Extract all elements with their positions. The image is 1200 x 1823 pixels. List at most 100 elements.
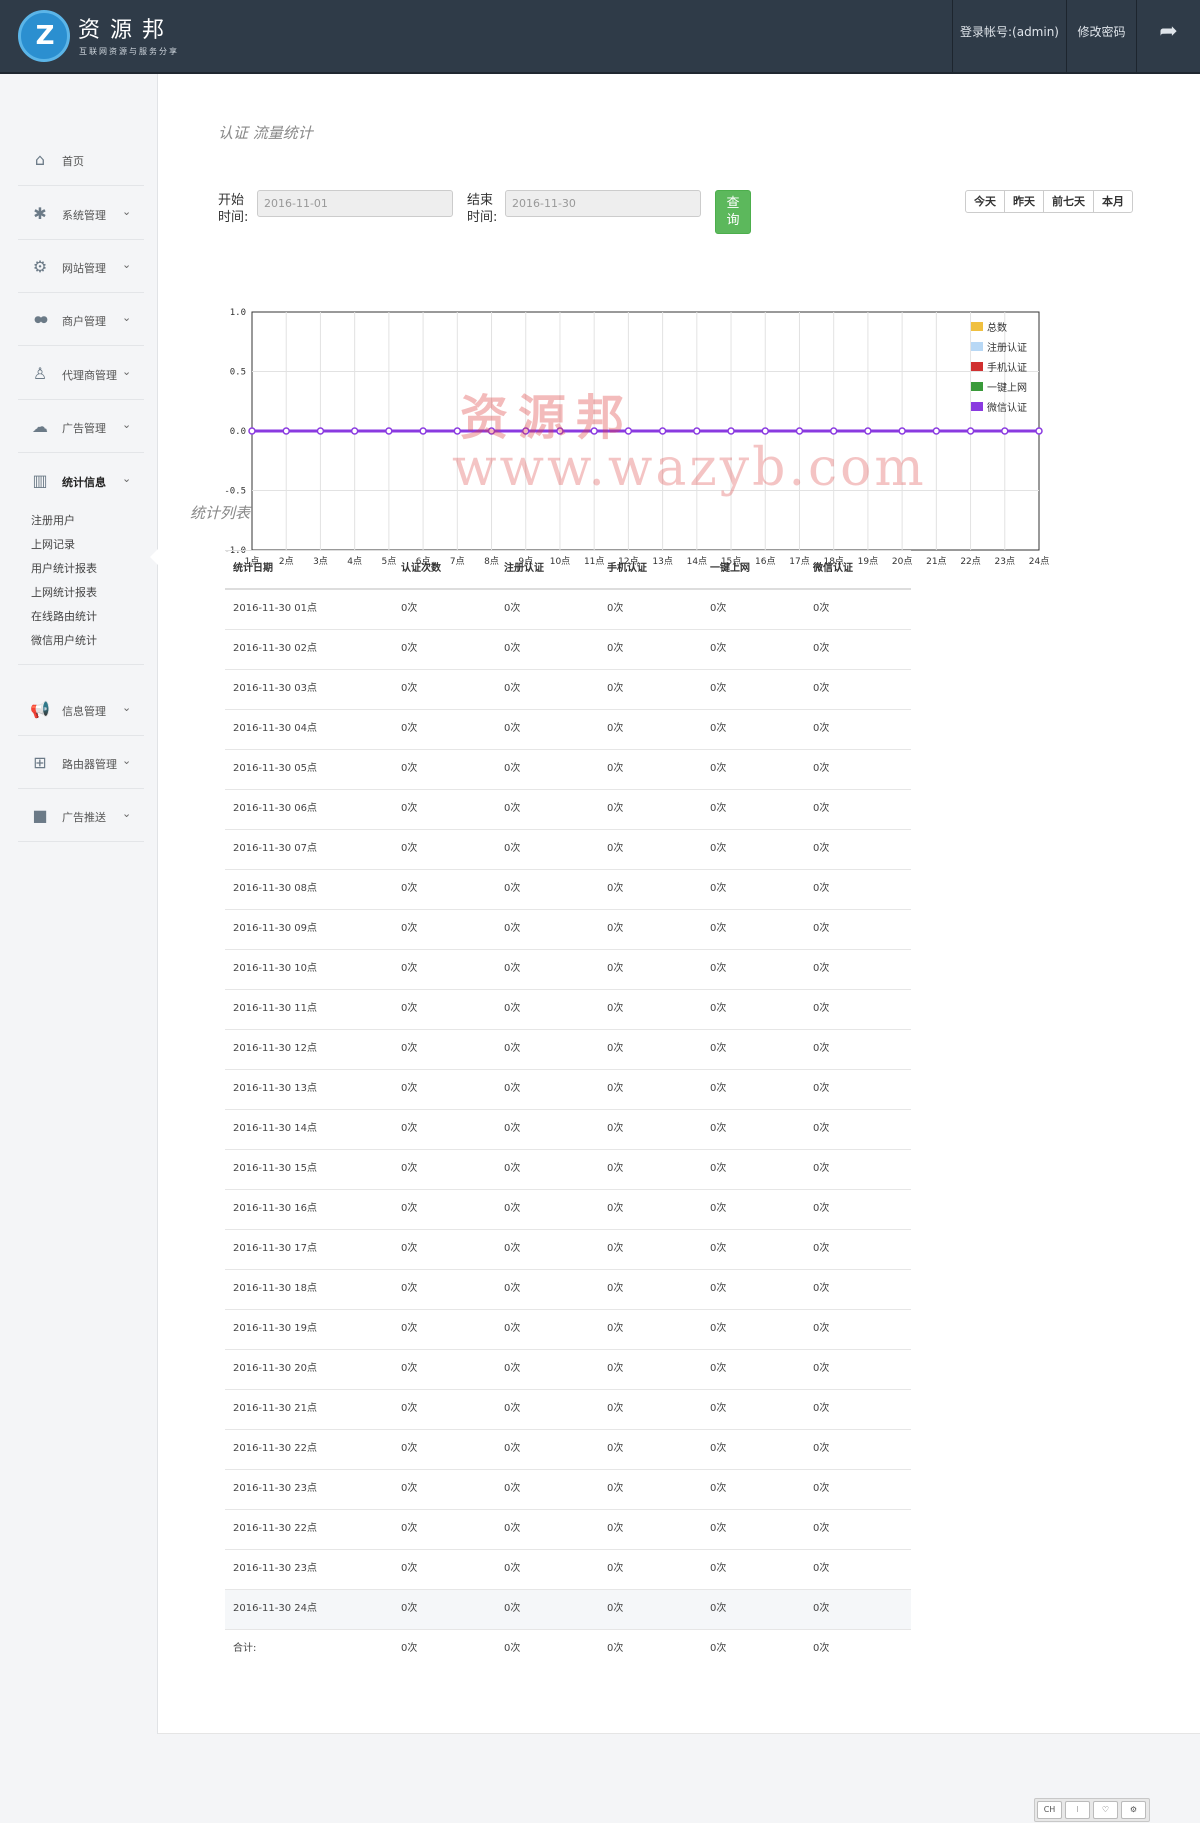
- table-cell: 0次: [607, 1003, 624, 1014]
- table-cell: 0次: [504, 1243, 521, 1254]
- table-cell: 2016-11-30 10点: [233, 963, 318, 974]
- table-cell: 2016-11-30 08点: [233, 883, 318, 894]
- table-cell: 0次: [607, 723, 624, 734]
- table-cell: 0次: [710, 1563, 727, 1574]
- chevron-down-icon: ⌄: [122, 807, 132, 820]
- table-cell: 2016-11-30 16点: [233, 1203, 318, 1214]
- table-cell: 0次: [504, 763, 521, 774]
- sidebar-item-ad-push[interactable]: ■ 广告推送 ⌄: [18, 790, 144, 842]
- table-cell: 0次: [813, 1283, 830, 1294]
- table-cell: 0次: [504, 1283, 521, 1294]
- table-cell: 0次: [607, 1603, 624, 1614]
- sidebar-item-website[interactable]: ⚙ 网站管理 ⌄: [18, 241, 144, 293]
- sidebar-subitem-3[interactable]: 上网统计报表: [31, 584, 97, 600]
- table-cell: 0次: [401, 1443, 418, 1454]
- sidebar-subitem-2[interactable]: 用户统计报表: [31, 560, 97, 576]
- range-today-button[interactable]: 今天: [966, 191, 1005, 212]
- table-cell: 0次: [607, 803, 624, 814]
- table-cell: 0次: [504, 1643, 521, 1654]
- table-cell: 0次: [401, 963, 418, 974]
- table-cell: 0次: [607, 1523, 624, 1534]
- sidebar-item-agent[interactable]: ♙ 代理商管理 ⌄: [18, 348, 144, 400]
- sidebar-item-stats[interactable]: ▥ 统计信息 ⌄: [18, 455, 144, 507]
- sidebar-subitem-1[interactable]: 上网记录: [31, 536, 75, 552]
- table-cell: 2016-11-30 07点: [233, 843, 318, 854]
- sidebar-item-label: 统计信息: [62, 476, 106, 489]
- table-cell: 0次: [710, 1643, 727, 1654]
- table-cell: 0次: [504, 1323, 521, 1334]
- tray-lang-button[interactable]: CH: [1037, 1801, 1062, 1819]
- table-cell: 0次: [401, 1043, 418, 1054]
- table-cell: 0次: [504, 1163, 521, 1174]
- cloud-icon: ☁: [32, 417, 48, 436]
- end-date-input[interactable]: 2016-11-30: [505, 190, 701, 217]
- sidebar-item-info[interactable]: 📢 信息管理 ⌄: [18, 684, 144, 736]
- table-cell: 0次: [813, 1643, 830, 1654]
- data-point: [966, 427, 975, 435]
- sidebar-item-label: 广告管理: [62, 422, 106, 435]
- table-row: 2016-11-30 20点 0次 0次 0次 0次 0次: [225, 1350, 911, 1390]
- table-cell: 0次: [607, 603, 624, 614]
- range-yesterday-button[interactable]: 昨天: [1005, 191, 1044, 212]
- sidebar-subitem-5[interactable]: 微信用户统计: [31, 632, 97, 648]
- table-cell: 0次: [504, 963, 521, 974]
- table-cell: 0次: [607, 963, 624, 974]
- table-cell: 0次: [813, 1083, 830, 1094]
- table-cell: 0次: [813, 883, 830, 894]
- start-date-input[interactable]: 2016-11-01: [257, 190, 453, 217]
- legend-swatch: [971, 402, 983, 411]
- range-month-button[interactable]: 本月: [1094, 191, 1132, 212]
- table-cell: 0次: [710, 1083, 727, 1094]
- change-password-link[interactable]: 修改密码: [1066, 0, 1136, 72]
- data-point: [693, 427, 701, 435]
- sidebar-subitem-4[interactable]: 在线路由统计: [31, 608, 97, 624]
- data-point: [829, 427, 838, 435]
- page-title: 认证 流量统计: [218, 124, 313, 142]
- sidebar-item-merchant[interactable]: ●● 商户管理 ⌄: [18, 294, 144, 346]
- table-row: 2016-11-30 11点 0次 0次 0次 0次 0次: [225, 990, 911, 1030]
- logo[interactable]: Z: [18, 10, 70, 62]
- table-cell: 2016-11-30 15点: [233, 1163, 318, 1174]
- table-cell: 2016-11-30 09点: [233, 923, 318, 934]
- sidebar-item-system[interactable]: ✱ 系统管理 ⌄: [18, 188, 144, 240]
- chevron-down-icon: ⌄: [122, 418, 132, 431]
- date-range-group: 今天 昨天 前七天 本月: [965, 190, 1133, 213]
- y-tick-label: -0.5: [224, 487, 246, 497]
- table-cell: 2016-11-30 04点: [233, 723, 318, 734]
- sidebar-item-home[interactable]: ⌂ 首页: [18, 134, 144, 186]
- table-cell: 0次: [710, 803, 727, 814]
- login-account[interactable]: 登录帐号:(admin): [952, 0, 1066, 72]
- table-cell: 0次: [504, 1483, 521, 1494]
- table-cell: 0次: [401, 643, 418, 654]
- table-cell: 0次: [504, 1403, 521, 1414]
- sidebar-subitem-0[interactable]: 注册用户: [31, 512, 75, 528]
- table-cell: 0次: [710, 1523, 727, 1534]
- range-7days-button[interactable]: 前七天: [1044, 191, 1094, 212]
- table-cell: 0次: [401, 923, 418, 934]
- table-cell: 0次: [607, 1123, 624, 1134]
- logout-button[interactable]: ➦: [1136, 0, 1200, 72]
- data-point: [248, 427, 256, 435]
- sidebar-item-router[interactable]: ⊞ 路由器管理 ⌄: [18, 737, 144, 789]
- table-cell: 0次: [401, 683, 418, 694]
- chevron-down-icon: ⌄: [122, 258, 132, 271]
- sidebar-item-label: 代理商管理: [62, 369, 117, 382]
- table-cell: 0次: [813, 1483, 830, 1494]
- data-point: [898, 427, 906, 435]
- table-cell: 2016-11-30 19点: [233, 1323, 318, 1334]
- table-cell: 0次: [710, 643, 727, 654]
- sidebar-item-ads[interactable]: ☁ 广告管理 ⌄: [18, 401, 144, 453]
- table-cell: 0次: [607, 683, 624, 694]
- table-cell: 0次: [607, 643, 624, 654]
- tray-menu-button[interactable]: ⁝: [1065, 1801, 1090, 1819]
- table-header-cell: 微信认证: [813, 563, 853, 574]
- table-cell: 0次: [710, 723, 727, 734]
- table-row: 2016-11-30 16点 0次 0次 0次 0次 0次: [225, 1190, 911, 1230]
- table-cell: 0次: [813, 1363, 830, 1374]
- chevron-down-icon: ⌄: [122, 205, 132, 218]
- table-cell: 2016-11-30 20点: [233, 1363, 318, 1374]
- legend-label: 手机认证: [987, 361, 1027, 374]
- tray-settings-button[interactable]: ⚙: [1121, 1801, 1146, 1819]
- tray-favorite-button[interactable]: ♡: [1093, 1801, 1118, 1819]
- stats-table: 统计日期 认证次数 注册认证 手机认证 一键上网 微信认证 2016-11-30 01点 0次…: [225, 550, 911, 1670]
